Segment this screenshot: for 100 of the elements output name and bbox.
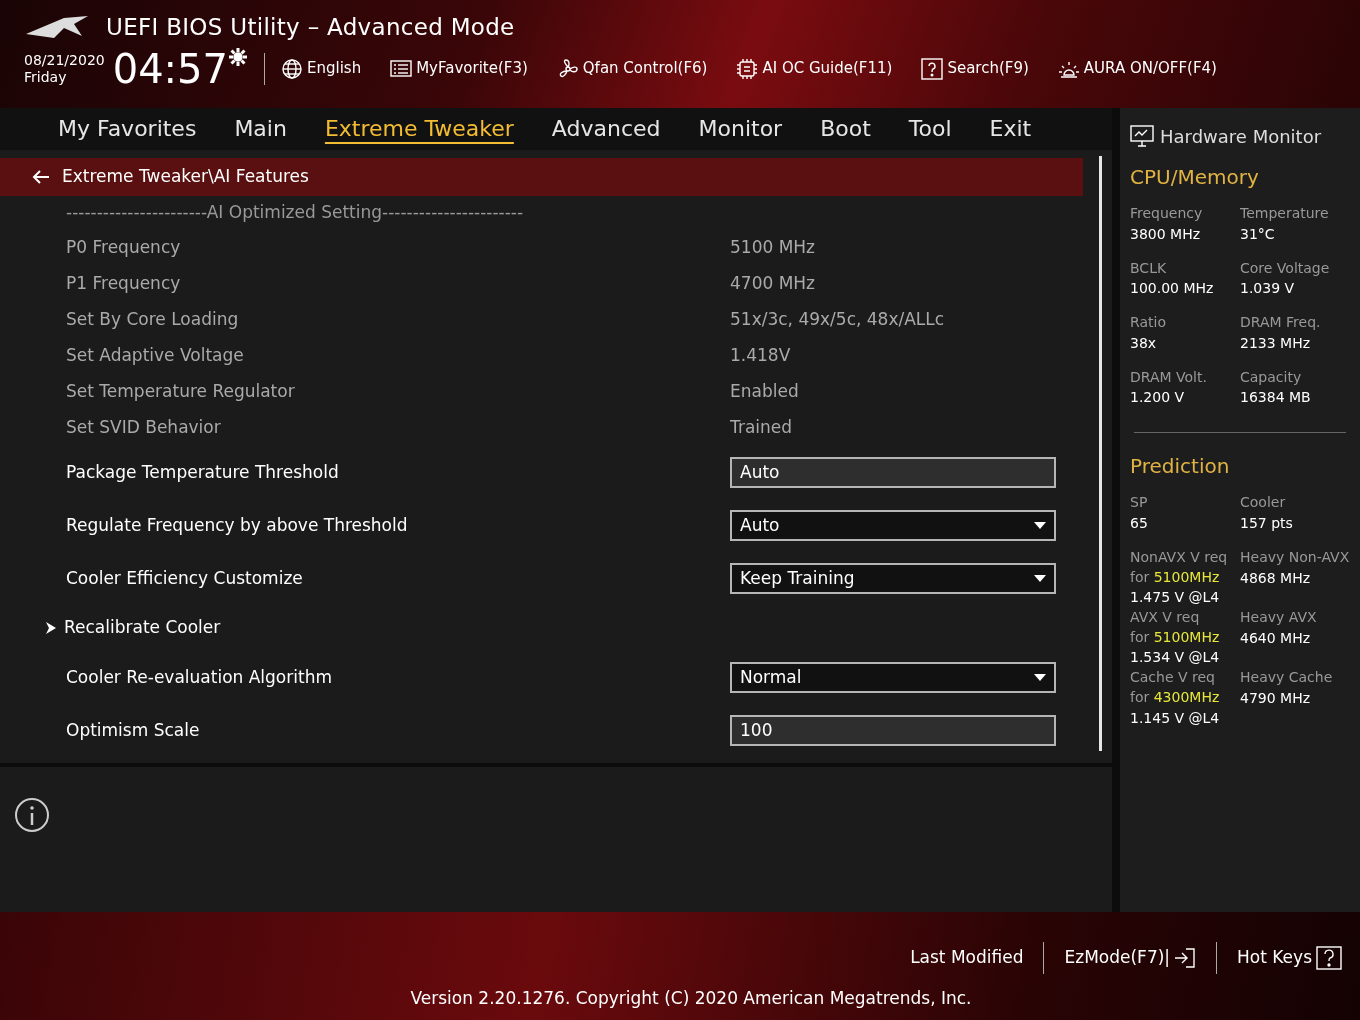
setting-label: Cooler Efficiency Customize xyxy=(66,566,304,590)
stat-label: Frequency xyxy=(1130,204,1204,223)
breadcrumb-text: Extreme Tweaker\AI Features xyxy=(62,165,309,189)
stat-label: DRAM Freq. xyxy=(1240,313,1322,333)
section-title: CPU/Memory xyxy=(1130,164,1260,191)
menu-tab[interactable]: Extreme Tweaker xyxy=(306,115,534,143)
stat-value: 38x xyxy=(1130,333,1158,353)
stat-value: 65 xyxy=(1130,513,1149,533)
stat-value: 100.00 MHz xyxy=(1130,279,1215,299)
toolbar-button[interactable]: MyFavorite(F3) xyxy=(390,57,528,80)
stat-label: Heavy AVX xyxy=(1240,608,1318,628)
setting-label: P1 Frequency xyxy=(66,272,182,296)
toolbar-button[interactable]: English xyxy=(281,57,362,80)
stat-value: 31°C xyxy=(1240,224,1276,244)
stat-value: 2133 MHz xyxy=(1240,333,1312,353)
menu-tab[interactable]: Tool xyxy=(890,115,972,143)
setting-value: Trained xyxy=(730,416,793,440)
stat-label: Temperature xyxy=(1240,204,1330,223)
setting-label: Cooler Re-evaluation Algorithm xyxy=(66,665,333,689)
footer-button[interactable]: Hot Keys xyxy=(1217,945,1342,971)
setting-label: Set SVID Behavior xyxy=(66,416,222,440)
section-heading: -----------------------AI Optimized Setting----------------------- xyxy=(66,201,524,225)
toolbar-button[interactable]: Search(F9) xyxy=(921,57,1029,80)
setting-label: P0 Frequency xyxy=(66,236,182,260)
back-arrow-icon xyxy=(32,170,50,184)
stat-label: NonAVX V req xyxy=(1130,547,1229,567)
dropdown[interactable]: Auto xyxy=(730,510,1056,541)
menu-tab[interactable]: Advanced xyxy=(533,115,681,143)
menu-tab[interactable]: Boot xyxy=(802,115,891,143)
footer-button[interactable]: EzMode(F7)| xyxy=(1044,945,1217,971)
setting-value: 5100 MHz xyxy=(730,236,816,260)
stat-value: 157 pts xyxy=(1240,513,1294,533)
day-text: Friday xyxy=(24,68,68,86)
footer-button[interactable]: Last Modified xyxy=(890,945,1044,971)
stat-value: 1.039 V xyxy=(1240,279,1296,299)
caret-icon xyxy=(1034,674,1046,681)
menu-tab[interactable]: Exit xyxy=(971,115,1052,143)
setting-value: Enabled xyxy=(730,380,799,404)
clock-time: 04:57 xyxy=(112,48,228,89)
stat-label: for 4300MHz xyxy=(1130,687,1221,707)
question-icon xyxy=(921,57,944,80)
setting-label: Set Temperature Regulator xyxy=(66,380,296,404)
stat-value: 4868 MHz xyxy=(1240,568,1312,588)
exit-icon xyxy=(1174,948,1197,968)
stat-value: 1.475 V @L4 xyxy=(1130,588,1221,608)
stat-value: 4640 MHz xyxy=(1240,628,1312,648)
caret-icon xyxy=(1034,522,1046,529)
settings-icon[interactable] xyxy=(228,46,248,67)
globe-icon xyxy=(281,57,303,80)
stat-value: 4790 MHz xyxy=(1240,688,1312,708)
menu-tab[interactable]: My Favorites xyxy=(40,115,217,143)
input-field[interactable]: 100 xyxy=(730,715,1056,746)
stat-label: for 5100MHz xyxy=(1130,627,1221,647)
stat-label: Heavy Cache xyxy=(1240,668,1334,688)
setting-label: Optimism Scale xyxy=(66,718,201,742)
date-text: 08/21/2020 xyxy=(24,51,105,69)
stat-label: Heavy Non-AVX xyxy=(1240,547,1350,567)
setting-value: 1.418V xyxy=(730,344,791,368)
setting-value: 4700 MHz xyxy=(730,272,816,296)
setting-label: Set Adaptive Voltage xyxy=(66,344,245,368)
scrollbar[interactable] xyxy=(1099,156,1102,751)
window-title: UEFI BIOS Utility – Advanced Mode xyxy=(106,13,515,42)
setting-label: Package Temperature Threshold xyxy=(66,460,340,484)
monitor-icon xyxy=(1130,125,1154,147)
stat-label: Cooler xyxy=(1240,493,1287,513)
input-field[interactable]: Auto xyxy=(730,457,1056,488)
stat-label: Ratio xyxy=(1130,313,1167,333)
stat-value: 1.200 V xyxy=(1130,388,1186,408)
menu-tab[interactable]: Main xyxy=(216,115,307,143)
stat-value: 1.145 V @L4 xyxy=(1130,708,1221,728)
stat-label: Capacity xyxy=(1240,367,1303,387)
toolbar-button[interactable]: AURA ON/OFF(F4) xyxy=(1057,57,1217,80)
dropdown[interactable]: Normal xyxy=(730,662,1056,693)
stat-label: Cache V req xyxy=(1130,668,1216,688)
toolbar-button[interactable]: AI OC Guide(F11) xyxy=(736,57,893,80)
toolbar-button[interactable]: Qfan Control(F6) xyxy=(556,57,708,80)
menu-tab[interactable]: Monitor xyxy=(680,115,803,143)
breadcrumb-bar[interactable]: Extreme Tweaker\AI Features xyxy=(0,158,1083,196)
stat-value: 16384 MB xyxy=(1240,388,1312,408)
info-icon xyxy=(14,797,50,833)
setting-label: Set By Core Loading xyxy=(66,308,240,332)
stat-value: 1.534 V @L4 xyxy=(1130,648,1221,668)
stat-label: BCLK xyxy=(1130,258,1168,278)
chip-icon xyxy=(736,57,759,80)
dropdown[interactable]: Keep Training xyxy=(730,563,1056,594)
list-icon xyxy=(390,57,413,80)
stat-label: Core Voltage xyxy=(1240,258,1331,278)
stat-label: for 5100MHz xyxy=(1130,567,1221,587)
stat-label: SP xyxy=(1130,493,1149,513)
stat-label: DRAM Volt. xyxy=(1130,367,1208,387)
panel-title: Hardware Monitor xyxy=(1160,124,1322,149)
stat-label: AVX V req xyxy=(1130,608,1201,628)
section-title: Prediction xyxy=(1130,453,1231,481)
setting-value: 51x/3c, 49x/5c, 48x/ALLc xyxy=(730,308,945,332)
copyright-text: Version 2.20.1276. Copyright (C) 2020 American Megatrends, Inc. xyxy=(410,987,972,1010)
submenu-link[interactable]: Recalibrate Cooler xyxy=(64,615,221,641)
chevron-icon xyxy=(46,622,56,634)
stat-value: 3800 MHz xyxy=(1130,224,1202,244)
caret-icon xyxy=(1034,575,1046,582)
question-icon xyxy=(1316,946,1342,970)
